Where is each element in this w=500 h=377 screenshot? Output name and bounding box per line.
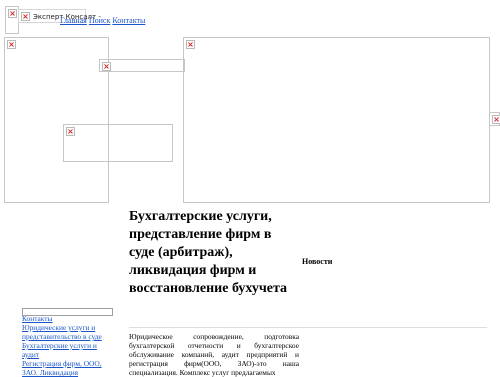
broken-image-icon: × — [186, 40, 195, 49]
right-banner-image: × — [183, 37, 490, 203]
news-heading: Новости — [302, 257, 333, 266]
left-banner-image: × — [4, 37, 109, 203]
broken-image-icon: × — [7, 40, 16, 49]
edge-image: × — [489, 112, 500, 126]
sidebar-item-accounting[interactable]: Бухгалтерские услуги и аудит — [22, 341, 114, 359]
nav-search-link[interactable]: Поиск — [89, 16, 111, 25]
sidebar-menu: Контакты Юридические услуги и представит… — [22, 314, 114, 377]
broken-image-icon: × — [8, 9, 17, 18]
broken-image-icon: × — [66, 127, 75, 136]
inner-banner-image: × — [63, 124, 173, 162]
center-banner-image: × — [99, 59, 185, 72]
nav-contacts-link[interactable]: Контакты — [112, 16, 145, 25]
sidebar-item-legal[interactable]: Юридические услуги и представительство в… — [22, 323, 114, 341]
top-nav: Главная Поиск Контакты — [60, 16, 145, 26]
divider — [129, 327, 487, 328]
broken-image-icon: × — [102, 62, 111, 71]
sidebar-item-contacts[interactable]: Контакты — [22, 314, 114, 323]
broken-image-icon: × — [492, 115, 500, 124]
logo-image: × — [5, 6, 19, 34]
broken-image-icon: × — [21, 12, 30, 21]
intro-paragraph: Юридическое сопровождение, подготовка бу… — [129, 332, 299, 377]
page-title: Бухгалтерские услуги, представление фирм… — [129, 209, 288, 296]
sidebar-item-registration[interactable]: Регистрация фирм, ООО, ЗАО. Ликвидация — [22, 359, 114, 377]
nav-home-link[interactable]: Главная — [60, 16, 87, 25]
